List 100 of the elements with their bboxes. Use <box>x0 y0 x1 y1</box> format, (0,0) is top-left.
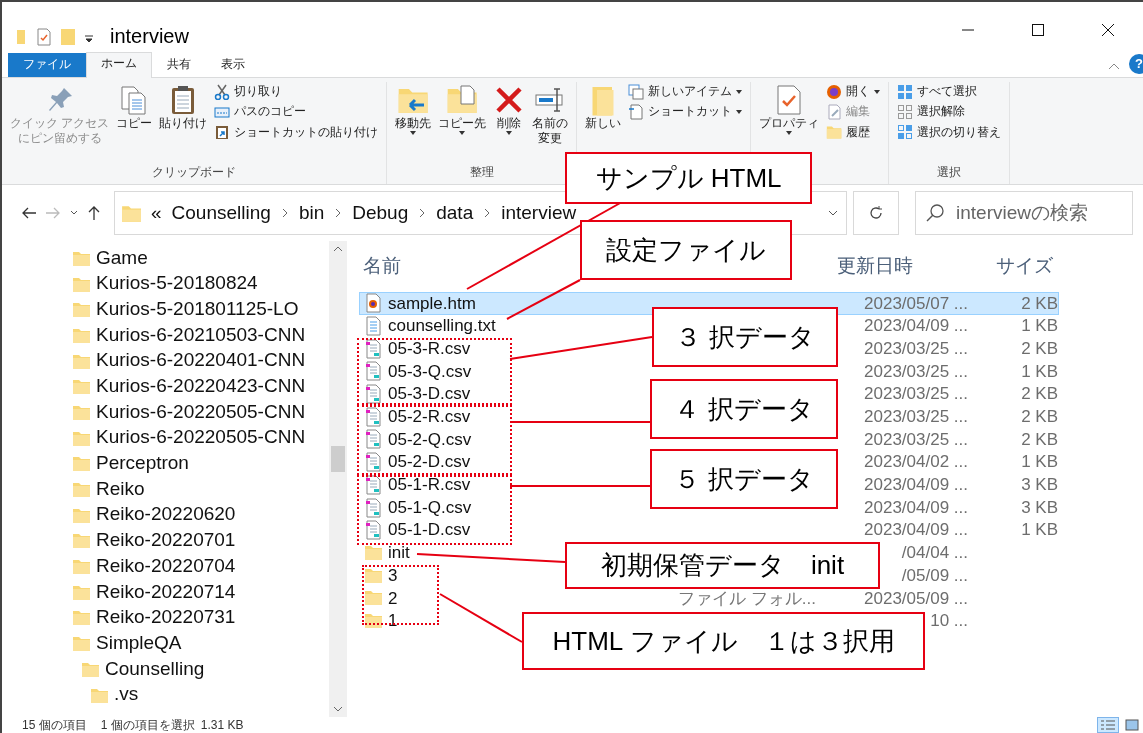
callout-label: サンプル HTML <box>565 152 812 204</box>
breadcrumb-link[interactable]: data <box>436 198 474 228</box>
selection-count: 1 個の項目を選択 <box>100 717 195 733</box>
tree-item[interactable]: .vs <box>2 681 329 708</box>
details-view-icon <box>1098 718 1118 732</box>
breadcrumb-link[interactable]: Counselling <box>171 198 271 228</box>
up-icon[interactable] <box>86 204 102 222</box>
tree-item[interactable]: Game <box>2 245 329 271</box>
ribbon-button[interactable]: 名前の 変更 <box>530 82 571 148</box>
file-date: 2023/05/07 ... <box>864 293 968 313</box>
tree-item[interactable]: Reiko-20220731 <box>2 604 329 631</box>
callout-label: 初期保管データ init <box>565 542 880 589</box>
tree-item[interactable]: Reiko-20220704 <box>2 553 329 579</box>
close-icon[interactable] <box>1099 22 1117 38</box>
spreadsheet-file-icon <box>364 384 382 405</box>
maximize-icon[interactable] <box>1029 22 1047 38</box>
ribbon-button[interactable]: ショートカットの貼り付け <box>212 122 381 142</box>
tree-item[interactable]: Perceptron <box>2 450 329 477</box>
caret-icon <box>786 130 793 135</box>
file-date: /05/09 ... <box>901 565 968 585</box>
ribbon-tab[interactable]: 共有 <box>152 53 206 77</box>
file-name: 05-3-Q.csv <box>388 360 472 383</box>
spreadsheet-file-icon <box>364 338 382 359</box>
tree-item[interactable]: Reiko-20220701 <box>2 527 329 554</box>
invert-selection-icon <box>897 124 914 141</box>
folder-icon <box>60 28 76 46</box>
ribbon-button[interactable]: 開く <box>824 82 883 102</box>
callout-label: 設定ファイル <box>580 220 792 280</box>
ribbon-tab[interactable]: ホーム <box>86 52 152 78</box>
file-menu-tab[interactable]: ファイル <box>8 53 86 77</box>
tree-item[interactable]: Kurios-5-20180824 <box>2 270 329 297</box>
tree-item[interactable]: Reiko-20220620 <box>2 501 329 528</box>
file-date: 2023/04/09 ... <box>864 316 968 336</box>
folder-icon <box>72 454 90 473</box>
tree-item[interactable]: Kurios-6-20220505-CNN <box>2 399 329 425</box>
tree-item[interactable]: Kurios-6-20220423-CNN <box>2 373 329 400</box>
search-field[interactable]: interviewの検索 <box>915 191 1133 235</box>
ribbon-button[interactable]: 履歴 <box>824 122 883 142</box>
file-type: ファイル フォル... <box>678 588 816 608</box>
tree-item[interactable]: Kurios-6-20220401-CNN <box>2 347 329 374</box>
ribbon-button[interactable]: 移動先 <box>393 82 434 137</box>
file-date: 2023/03/25 ... <box>864 338 968 358</box>
breadcrumb-link[interactable]: Debug <box>352 198 409 228</box>
chevron-icon <box>483 206 492 220</box>
folder-icon <box>72 377 90 396</box>
overflow-chevron[interactable]: « <box>151 198 162 228</box>
column-header[interactable]: サイズ <box>990 255 1053 277</box>
html-file-icon <box>364 293 382 314</box>
history-icon <box>826 124 843 141</box>
scroll-down-icon[interactable] <box>333 705 343 713</box>
breadcrumb-link[interactable]: bin <box>298 198 325 228</box>
tree-item[interactable]: Kurios-6-20220505-CNN <box>2 424 329 451</box>
file-name: counselling.txt <box>388 315 496 338</box>
folder-icon <box>72 300 90 319</box>
ribbon-button[interactable]: 貼り付け <box>157 82 210 133</box>
folder-icon <box>72 608 90 627</box>
callout-label: ５ 択データ <box>650 449 838 509</box>
ribbon-button[interactable]: コピー先 <box>436 82 489 137</box>
tree-item[interactable]: Kurios-5-201801125-LO <box>2 296 329 323</box>
ribbon-button[interactable]: 選択の切り替え <box>895 122 1004 142</box>
folder-icon <box>72 531 90 550</box>
group-label: 整理 <box>468 164 495 181</box>
ribbon-button[interactable]: 削除 <box>491 82 528 137</box>
ribbon-button[interactable]: ショートカット <box>626 102 745 122</box>
refresh-button[interactable] <box>853 191 899 235</box>
refresh-icon <box>868 205 884 221</box>
properties-icon <box>36 28 52 46</box>
file-name: 05-2-R.csv <box>388 406 471 429</box>
tree-item[interactable]: SimpleQA <box>2 630 329 656</box>
ribbon-button[interactable]: 切り取り <box>212 82 381 102</box>
file-size: 1 KB <box>1021 316 1058 336</box>
ribbon-button[interactable]: パスのコピー <box>212 102 381 122</box>
file-size: 1 KB <box>1021 361 1058 381</box>
tree-item[interactable]: Reiko <box>2 476 329 502</box>
column-header[interactable]: 名前 <box>359 255 401 277</box>
file-size: 2 KB <box>1021 338 1058 358</box>
selection-size: 1.31 KB <box>200 717 244 733</box>
spreadsheet-file-icon <box>364 474 382 495</box>
scrollbar-thumb[interactable] <box>331 446 345 472</box>
tree-item[interactable]: Kurios-6-20210503-CNN <box>2 322 329 348</box>
ribbon-button[interactable]: すべて選択 <box>895 82 1004 102</box>
file-name: 05-3-R.csv <box>388 337 471 360</box>
ribbon-tab[interactable]: 表示 <box>206 53 260 77</box>
scroll-up-icon[interactable] <box>333 245 343 253</box>
ribbon-button[interactable]: プロパティ <box>757 82 822 137</box>
tree-item[interactable]: Reiko-20220714 <box>2 578 329 605</box>
scrollbar[interactable] <box>329 241 347 717</box>
file-size: 1 KB <box>1021 452 1058 472</box>
column-header[interactable]: 更新日時 <box>831 255 913 277</box>
new-item-icon <box>628 83 645 100</box>
callout-label: HTML ファイル １は３択用 <box>522 612 925 670</box>
ribbon-button[interactable]: 新しいアイテム <box>626 82 745 102</box>
item-count: 15 個の項目 <box>22 717 87 733</box>
ribbon-button[interactable]: コピー <box>114 82 155 133</box>
app-logo-icon <box>826 83 843 100</box>
ribbon-button[interactable]: 選択解除 <box>895 102 1004 122</box>
caret-icon <box>736 89 743 94</box>
ribbon-button[interactable]: 新しい <box>583 82 624 133</box>
tree-item[interactable]: Counselling <box>2 656 329 682</box>
help-button[interactable]: ? <box>1129 54 1143 74</box>
